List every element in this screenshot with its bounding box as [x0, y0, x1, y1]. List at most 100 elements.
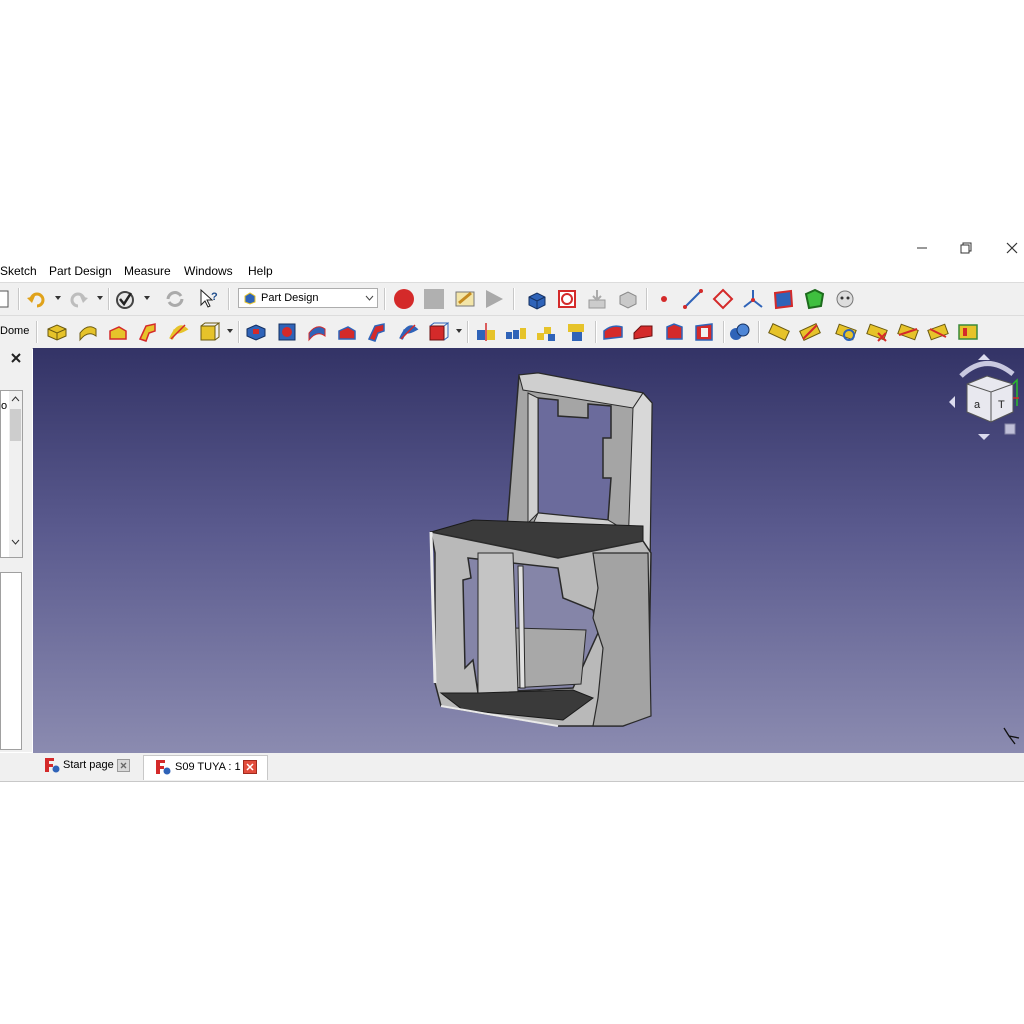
additive-primitive-button[interactable]	[198, 321, 221, 343]
clone-button[interactable]	[616, 288, 638, 310]
tab-start-page[interactable]: Start page	[40, 755, 135, 777]
fillet-button[interactable]	[602, 321, 624, 343]
redo-dropdown[interactable]	[97, 296, 103, 300]
pocket-button[interactable]	[245, 321, 267, 343]
additive-loft-button[interactable]	[107, 321, 129, 343]
measure-refresh-button[interactable]	[835, 321, 857, 343]
hole-button[interactable]	[276, 321, 298, 343]
redo-button[interactable]	[68, 288, 90, 310]
close-icon	[1006, 242, 1018, 254]
point-icon	[661, 296, 667, 302]
cube-icon	[200, 322, 221, 341]
navigation-cube[interactable]: a T	[947, 354, 1024, 440]
property-view[interactable]	[0, 572, 22, 750]
measure-angular-button[interactable]	[799, 321, 821, 343]
menu-help[interactable]: Help	[248, 264, 273, 278]
separator	[723, 321, 725, 343]
menu-measure[interactable]: Measure	[124, 264, 171, 278]
measure-clear-button[interactable]	[866, 321, 888, 343]
shape-binder-button[interactable]	[772, 288, 794, 310]
tab-document-close-button[interactable]	[243, 760, 257, 774]
separator	[18, 288, 20, 310]
subtractive-pipe-button[interactable]	[366, 321, 388, 343]
chevron-down-icon[interactable]	[11, 539, 20, 545]
thickness-button[interactable]	[693, 321, 715, 343]
mirrored-button[interactable]	[475, 321, 497, 343]
close-icon	[120, 762, 127, 769]
save-button[interactable]	[0, 288, 14, 310]
close-panel-button[interactable]	[10, 352, 22, 367]
subtractive-primitive-button[interactable]	[427, 321, 450, 343]
undo-button[interactable]	[25, 288, 47, 310]
subtractive-loft-button[interactable]	[336, 321, 358, 343]
recompute-button[interactable]	[164, 288, 186, 310]
tab-start-page-label: Start page	[63, 759, 114, 771]
3d-viewport[interactable]: a T	[33, 348, 1024, 753]
groove-button[interactable]	[306, 321, 328, 343]
clone-box-icon	[619, 291, 637, 309]
tab-document-label: S09 TUYA : 1	[175, 761, 241, 773]
validate-sketch-button[interactable]	[586, 288, 608, 310]
polar-pattern-button[interactable]	[535, 321, 557, 343]
tab-start-page-close-button[interactable]	[117, 759, 130, 772]
datum-plane-button[interactable]	[712, 288, 734, 310]
check-circle-icon	[116, 291, 134, 309]
subtractive-helix-button[interactable]	[397, 321, 419, 343]
measure-toggle-delta-button[interactable]	[957, 321, 979, 343]
create-body-button[interactable]	[525, 288, 547, 310]
measure-toggle-all-button[interactable]	[897, 321, 919, 343]
local-coordinate-button[interactable]	[742, 288, 764, 310]
multitransform-button[interactable]	[565, 321, 587, 343]
menu-part-design[interactable]: Part Design	[49, 264, 112, 278]
boolean-button[interactable]	[728, 321, 750, 343]
tree-view[interactable]: o	[0, 390, 23, 558]
tree-item-text[interactable]: o	[1, 400, 7, 412]
close-window-button[interactable]	[997, 236, 1024, 260]
datum-point-button[interactable]	[653, 288, 675, 310]
whats-this-button[interactable]: ?	[198, 288, 220, 310]
freecad-icon	[45, 758, 60, 773]
shape-binder-icon	[773, 289, 794, 310]
subtractive-helix-icon	[399, 324, 419, 340]
restore-button[interactable]	[951, 236, 981, 260]
additive-pipe-button[interactable]	[137, 321, 159, 343]
chamfer-button[interactable]	[632, 321, 654, 343]
sub-shape-clone-button[interactable]	[834, 288, 856, 310]
subtractive-primitive-dropdown[interactable]	[456, 329, 462, 333]
datum-line-button[interactable]	[682, 288, 704, 310]
workbench-select[interactable]: Part Design	[238, 288, 378, 308]
measure-toggle-3d-button[interactable]	[927, 321, 949, 343]
linear-pattern-button[interactable]	[505, 321, 527, 343]
measure-icon	[768, 323, 790, 341]
revolution-button[interactable]	[77, 321, 99, 343]
scrollbar-thumb[interactable]	[10, 409, 21, 441]
create-sketch-button[interactable]	[556, 288, 578, 310]
separator	[228, 288, 230, 310]
additive-primitive-dropdown[interactable]	[227, 329, 233, 333]
menu-sketch[interactable]: Sketch	[0, 264, 37, 278]
tree-scrollbar[interactable]	[9, 391, 22, 557]
axis-cross-icon	[1003, 727, 1020, 745]
pad-button[interactable]	[46, 321, 68, 343]
measure-linear-button[interactable]	[768, 321, 790, 343]
dome-label[interactable]: Dome	[0, 325, 29, 337]
helix-icon	[169, 324, 189, 340]
measure-delta-icon	[958, 324, 978, 340]
refresh-check-button[interactable]	[114, 288, 136, 310]
undo-dropdown[interactable]	[55, 296, 61, 300]
minimize-icon	[917, 247, 927, 249]
subshape-binder-button[interactable]	[803, 288, 825, 310]
macro-stop-button[interactable]	[423, 288, 445, 310]
workbench-select-value: Part Design	[261, 292, 319, 304]
chevron-up-icon[interactable]	[11, 396, 20, 402]
macro-edit-button[interactable]	[454, 288, 476, 310]
macro-record-button[interactable]	[393, 288, 415, 310]
check-dropdown[interactable]	[144, 296, 150, 300]
macro-run-button[interactable]	[483, 288, 505, 310]
tab-document[interactable]: S09 TUYA : 1	[143, 755, 268, 780]
polar-pattern-icon	[537, 327, 555, 341]
additive-helix-button[interactable]	[167, 321, 189, 343]
minimize-button[interactable]	[907, 236, 937, 260]
menu-windows[interactable]: Windows	[184, 264, 233, 278]
draft-button[interactable]	[663, 321, 685, 343]
